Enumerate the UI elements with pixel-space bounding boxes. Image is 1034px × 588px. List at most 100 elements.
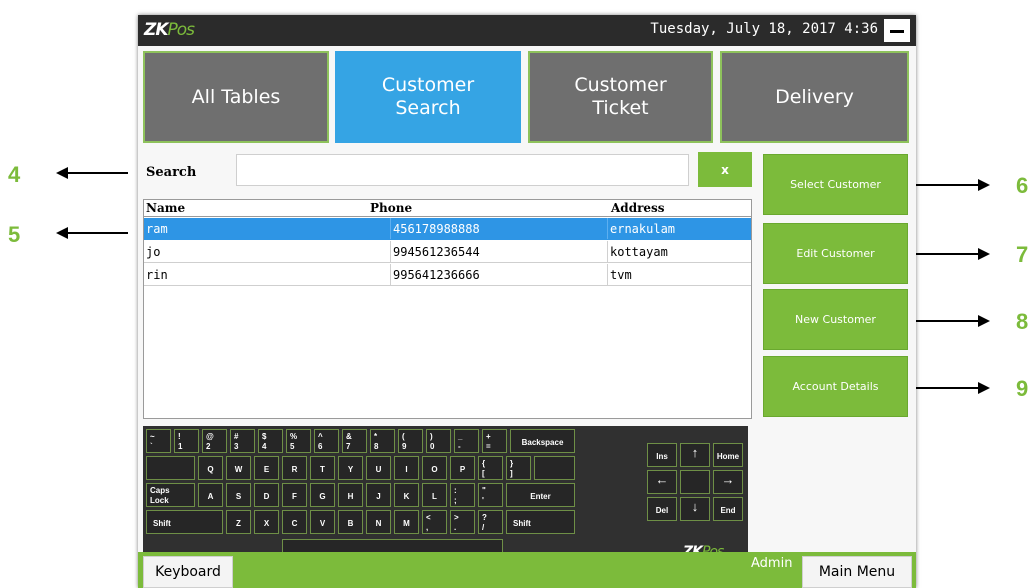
key-6[interactable]: ^ 6 [314, 429, 339, 453]
tab-delivery[interactable]: Delivery [720, 51, 909, 143]
key-arrow-left[interactable]: ← [647, 470, 677, 494]
key-d[interactable]: D [254, 483, 279, 507]
key-label: U [375, 465, 382, 474]
key-f[interactable]: F [282, 483, 307, 507]
key-n[interactable]: N [366, 510, 391, 534]
header-address[interactable]: Address [611, 201, 665, 215]
key-bottom: , [426, 523, 429, 532]
tab-customer-ticket[interactable]: Customer Ticket [528, 51, 713, 143]
key-1[interactable]: ! 1 [174, 429, 199, 453]
key-v[interactable]: V [310, 510, 335, 534]
minimize-button[interactable] [884, 19, 910, 42]
key-backtick[interactable]: ~ ` [146, 429, 171, 453]
key-home[interactable]: Home [713, 443, 743, 467]
key-arrow-up[interactable]: ↑ [680, 443, 710, 467]
key-backslash[interactable] [534, 456, 575, 480]
key-5[interactable]: % 5 [286, 429, 311, 453]
select-customer-button[interactable]: Select Customer [763, 154, 908, 215]
callout-8-line [912, 320, 980, 322]
key-0[interactable]: ) 0 [426, 429, 451, 453]
key-caps-lock[interactable]: Caps Lock [146, 483, 195, 507]
key-comma[interactable]: <, [422, 510, 447, 534]
key-top: ~ [150, 432, 155, 441]
key-tab[interactable] [146, 456, 195, 480]
key-slash[interactable]: ? / [478, 510, 503, 534]
key-label: O [431, 465, 438, 474]
key-period[interactable]: >. [450, 510, 475, 534]
logo-pos: Pos [167, 20, 195, 40]
key-g[interactable]: G [310, 483, 335, 507]
key-7[interactable]: & 7 [342, 429, 367, 453]
key-enter[interactable]: Enter [506, 483, 575, 507]
key-bottom: 8 [374, 442, 379, 451]
key-top: ! [178, 432, 181, 441]
key-nav-center[interactable] [680, 470, 710, 494]
key-label: S [235, 492, 242, 501]
key-8[interactable]: * 8 [370, 429, 395, 453]
clear-search-button[interactable]: x [698, 152, 752, 187]
key-e[interactable]: E [254, 456, 279, 480]
key-close-bracket[interactable]: }] [506, 456, 531, 480]
key-left-shift[interactable]: Shift [146, 510, 223, 534]
key-arrow-down[interactable]: ↓ [680, 497, 710, 521]
key-backspace[interactable]: Backspace [510, 429, 575, 453]
key-open-bracket[interactable]: {[ [478, 456, 503, 480]
keyboard-toggle-button[interactable]: Keyboard [143, 556, 233, 588]
key-m[interactable]: M [394, 510, 419, 534]
key-u[interactable]: U [366, 456, 391, 480]
table-row[interactable]: jo 994561236544 kottayam [144, 241, 751, 263]
column-divider [607, 218, 608, 239]
key-b[interactable]: B [338, 510, 363, 534]
key-minus[interactable]: _ - [454, 429, 479, 453]
key-t[interactable]: T [310, 456, 335, 480]
key-arrow-right[interactable]: → [713, 470, 743, 494]
key-bottom: 4 [262, 442, 267, 451]
key-end[interactable]: End [713, 497, 743, 521]
key-semicolon[interactable]: :; [450, 483, 475, 507]
table-row[interactable]: ram 456178988888 ernakulam [144, 218, 751, 240]
account-details-button[interactable]: Account Details [763, 356, 908, 417]
key-o[interactable]: O [422, 456, 447, 480]
key-x[interactable]: X [254, 510, 279, 534]
key-right-shift[interactable]: Shift [506, 510, 575, 534]
key-w[interactable]: W [226, 456, 251, 480]
table-row[interactable]: rin 995641236666 tvm [144, 264, 751, 286]
key-label: Del [655, 506, 669, 515]
key-top: ) [430, 432, 433, 441]
key-label: L [432, 492, 437, 501]
header-phone[interactable]: Phone [370, 201, 412, 215]
key-c[interactable]: C [282, 510, 307, 534]
key-i[interactable]: I [394, 456, 419, 480]
header-name[interactable]: Name [146, 201, 185, 215]
key-p[interactable]: P [450, 456, 475, 480]
key-q[interactable]: Q [198, 456, 223, 480]
key-delete[interactable]: Del [647, 497, 677, 521]
logo-zk: ZK [144, 20, 168, 40]
key-insert[interactable]: Ins [647, 443, 677, 467]
key-top: _ [458, 432, 463, 441]
key-3[interactable]: #3 [230, 429, 255, 453]
tab-label: Delivery [775, 85, 854, 108]
key-z[interactable]: Z [226, 510, 251, 534]
search-input[interactable] [236, 154, 689, 186]
key-j[interactable]: J [366, 483, 391, 507]
edit-customer-button[interactable]: Edit Customer [763, 223, 908, 284]
key-l[interactable]: L [422, 483, 447, 507]
callout-5: 5 [8, 222, 21, 247]
key-y[interactable]: Y [338, 456, 363, 480]
key-label: Q [207, 465, 214, 474]
main-menu-button[interactable]: Main Menu [802, 556, 912, 588]
tab-customer-search[interactable]: Customer Search [335, 51, 521, 143]
key-equals[interactable]: + = [482, 429, 507, 453]
key-2[interactable]: @2 [202, 429, 227, 453]
key-a[interactable]: A [198, 483, 223, 507]
key-9[interactable]: (9 [398, 429, 423, 453]
key-k[interactable]: K [394, 483, 419, 507]
key-4[interactable]: $4 [258, 429, 283, 453]
key-r[interactable]: R [282, 456, 307, 480]
key-s[interactable]: S [226, 483, 251, 507]
key-quote[interactable]: " ' [478, 483, 503, 507]
new-customer-button[interactable]: New Customer [763, 289, 908, 350]
tab-all-tables[interactable]: All Tables [143, 51, 329, 143]
key-h[interactable]: H [338, 483, 363, 507]
